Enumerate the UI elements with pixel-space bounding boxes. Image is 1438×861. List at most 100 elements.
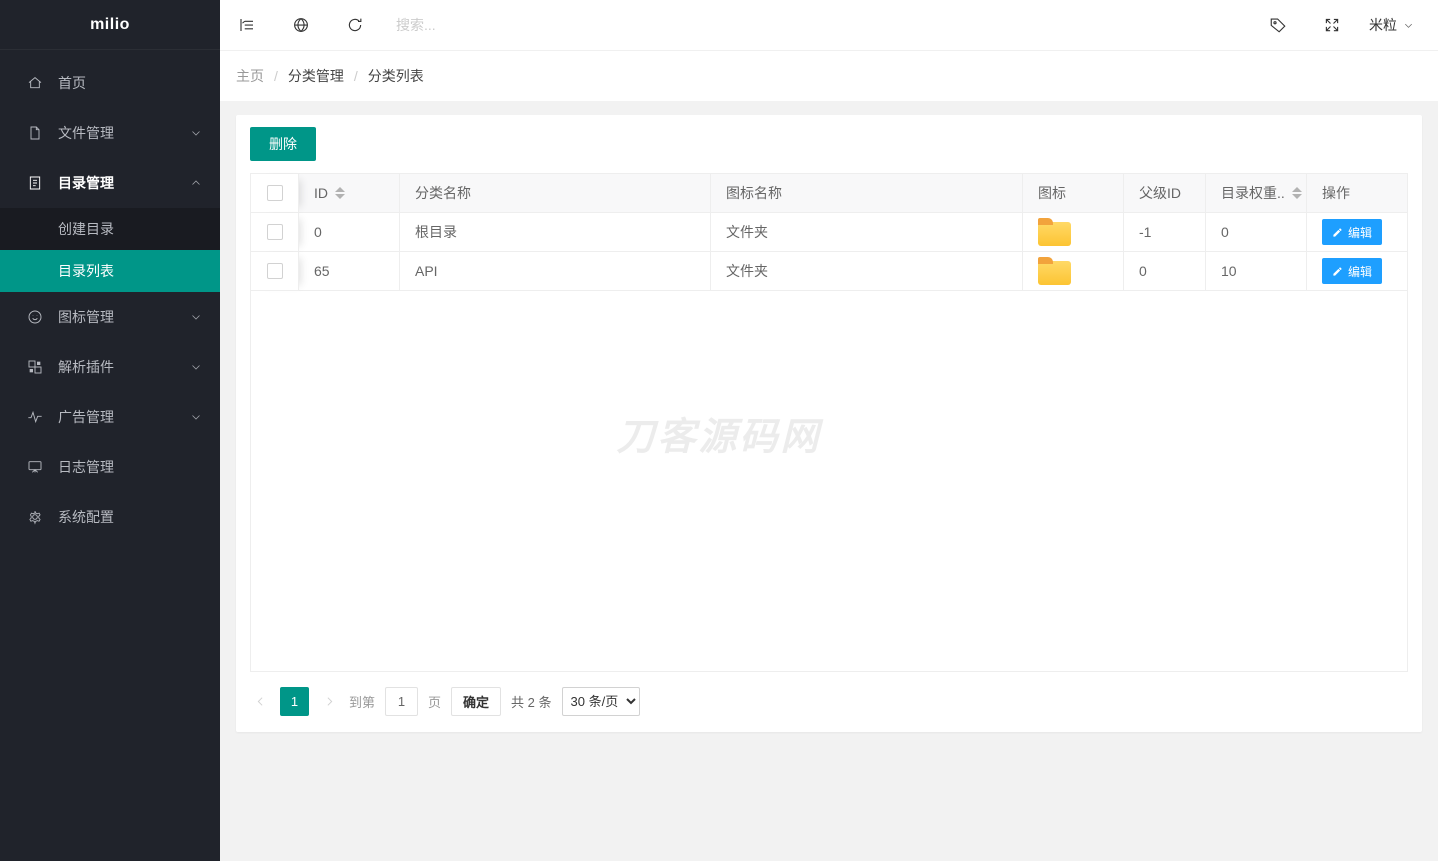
breadcrumb-category-list: 分类列表 [368,66,424,86]
tag-button[interactable] [1251,0,1305,50]
document-icon [26,175,43,192]
file-icon [26,125,43,142]
sidebar-item-home[interactable]: 首页 [0,58,220,108]
header-weight[interactable]: 目录权重.. [1206,174,1307,213]
sidebar-item-label: 广告管理 [58,407,114,427]
component-icon [26,359,43,376]
next-page-button[interactable] [319,688,339,716]
header-checkbox-cell [251,174,299,213]
cell-icon-name: 文件夹 [711,252,1023,291]
fullscreen-button[interactable] [1305,0,1359,50]
header-id[interactable]: ID [299,174,400,213]
goto-suffix-label: 页 [428,692,441,711]
category-table: ID 分类名称 图标名称 图标 父级ID 目录权重.. 操作 [250,173,1408,672]
pulse-icon [26,409,43,426]
row-checkbox-cell [251,252,299,291]
collapse-sidebar-button[interactable] [220,0,274,50]
goto-prefix-label: 到第 [349,692,375,711]
chevron-up-icon [190,177,202,189]
sidebar-item-plugins[interactable]: 解析插件 [0,342,220,392]
user-menu[interactable]: 米粒 [1359,0,1424,50]
cell-id: 65 [299,252,400,291]
cell-parent-id: 0 [1124,252,1206,291]
sort-icon[interactable] [1292,187,1302,199]
sidebar-item-logs[interactable]: 日志管理 [0,442,220,492]
chevron-down-icon [1403,20,1414,31]
header-actions: 操作 [1307,174,1407,213]
row-checkbox-cell [251,213,299,252]
chevron-down-icon [190,411,202,423]
gear-icon [26,509,43,526]
cell-id: 0 [299,213,400,252]
category-list-card: 删除 ID 分类名称 图标名称 图标 父级ID 目录权重.. [236,115,1422,732]
total-count-label: 共 2 条 [511,692,551,711]
sidebar-item-label: 日志管理 [58,457,114,477]
row-checkbox[interactable] [267,263,283,279]
breadcrumb-home[interactable]: 主页 [236,66,264,86]
sidebar-item-label: 系统配置 [58,507,114,527]
sidebar-item-settings[interactable]: 系统配置 [0,492,220,542]
header-category-name: 分类名称 [400,174,711,213]
table-row: 65 API 文件夹 0 10 编辑 [251,252,1407,291]
refresh-button[interactable] [328,0,382,50]
cell-category-name: API [400,252,711,291]
smile-icon [26,309,43,326]
header-icon-name: 图标名称 [711,174,1023,213]
sidebar-nav: 首页 文件管理 目录管理 创建目录 目录列表 图标管理 [0,50,220,542]
chevron-down-icon [190,311,202,323]
pencil-icon [1332,266,1343,277]
topbar: 米粒 [220,0,1438,51]
home-icon [26,75,43,92]
prev-page-button[interactable] [250,688,270,716]
refresh-icon [346,16,364,34]
sidebar-item-files[interactable]: 文件管理 [0,108,220,158]
sidebar-subitem-create-directory[interactable]: 创建目录 [0,208,220,250]
search-input[interactable] [396,17,696,33]
page-number-active[interactable]: 1 [280,687,309,716]
sidebar-item-ads[interactable]: 广告管理 [0,392,220,442]
content: 删除 ID 分类名称 图标名称 图标 父级ID 目录权重.. [220,101,1438,746]
goto-page-input[interactable] [385,687,418,716]
breadcrumb-separator: / [274,68,278,84]
sidebar-item-label: 首页 [58,73,86,93]
username: 米粒 [1369,15,1397,35]
monitor-icon [26,459,43,476]
sidebar-subitem-directory-list[interactable]: 目录列表 [0,250,220,292]
sidebar-item-icons[interactable]: 图标管理 [0,292,220,342]
cell-weight: 0 [1206,213,1307,252]
edit-button[interactable]: 编辑 [1322,258,1382,284]
collapse-sidebar-icon [238,16,256,34]
delete-button[interactable]: 删除 [250,127,316,161]
cell-actions: 编辑 [1307,213,1407,252]
sort-icon[interactable] [335,187,345,199]
breadcrumb-category-management[interactable]: 分类管理 [288,66,344,86]
row-checkbox[interactable] [267,224,283,240]
folder-icon [1038,222,1071,246]
cell-icon [1023,252,1124,291]
table-row: 0 根目录 文件夹 -1 0 编辑 [251,213,1407,252]
goto-confirm-button[interactable]: 确定 [451,687,501,716]
directory-submenu: 创建目录 目录列表 [0,208,220,292]
page-size-select[interactable]: 30 条/页 [562,687,640,716]
sidebar-item-label: 图标管理 [58,307,114,327]
breadcrumb: 主页 / 分类管理 / 分类列表 [220,51,1438,101]
globe-icon [292,16,310,34]
pencil-icon [1332,227,1343,238]
edit-button[interactable]: 编辑 [1322,219,1382,245]
chevron-right-icon [323,695,336,708]
main-area: 米粒 主页 / 分类管理 / 分类列表 删除 ID [220,0,1438,746]
cell-icon [1023,213,1124,252]
cell-parent-id: -1 [1124,213,1206,252]
cell-icon-name: 文件夹 [711,213,1023,252]
language-button[interactable] [274,0,328,50]
sidebar-item-label: 目录管理 [58,173,114,193]
sidebar-item-directory[interactable]: 目录管理 [0,158,220,208]
header-parent-id: 父级ID [1124,174,1206,213]
chevron-down-icon [190,361,202,373]
select-all-checkbox[interactable] [267,185,283,201]
sidebar-item-label: 文件管理 [58,123,114,143]
table-body: 0 根目录 文件夹 -1 0 编辑 [251,213,1407,291]
chevron-down-icon [190,127,202,139]
sidebar: milio 首页 文件管理 目录管理 创建目录 目录列表 图标管理 [0,0,220,861]
cell-weight: 10 [1206,252,1307,291]
